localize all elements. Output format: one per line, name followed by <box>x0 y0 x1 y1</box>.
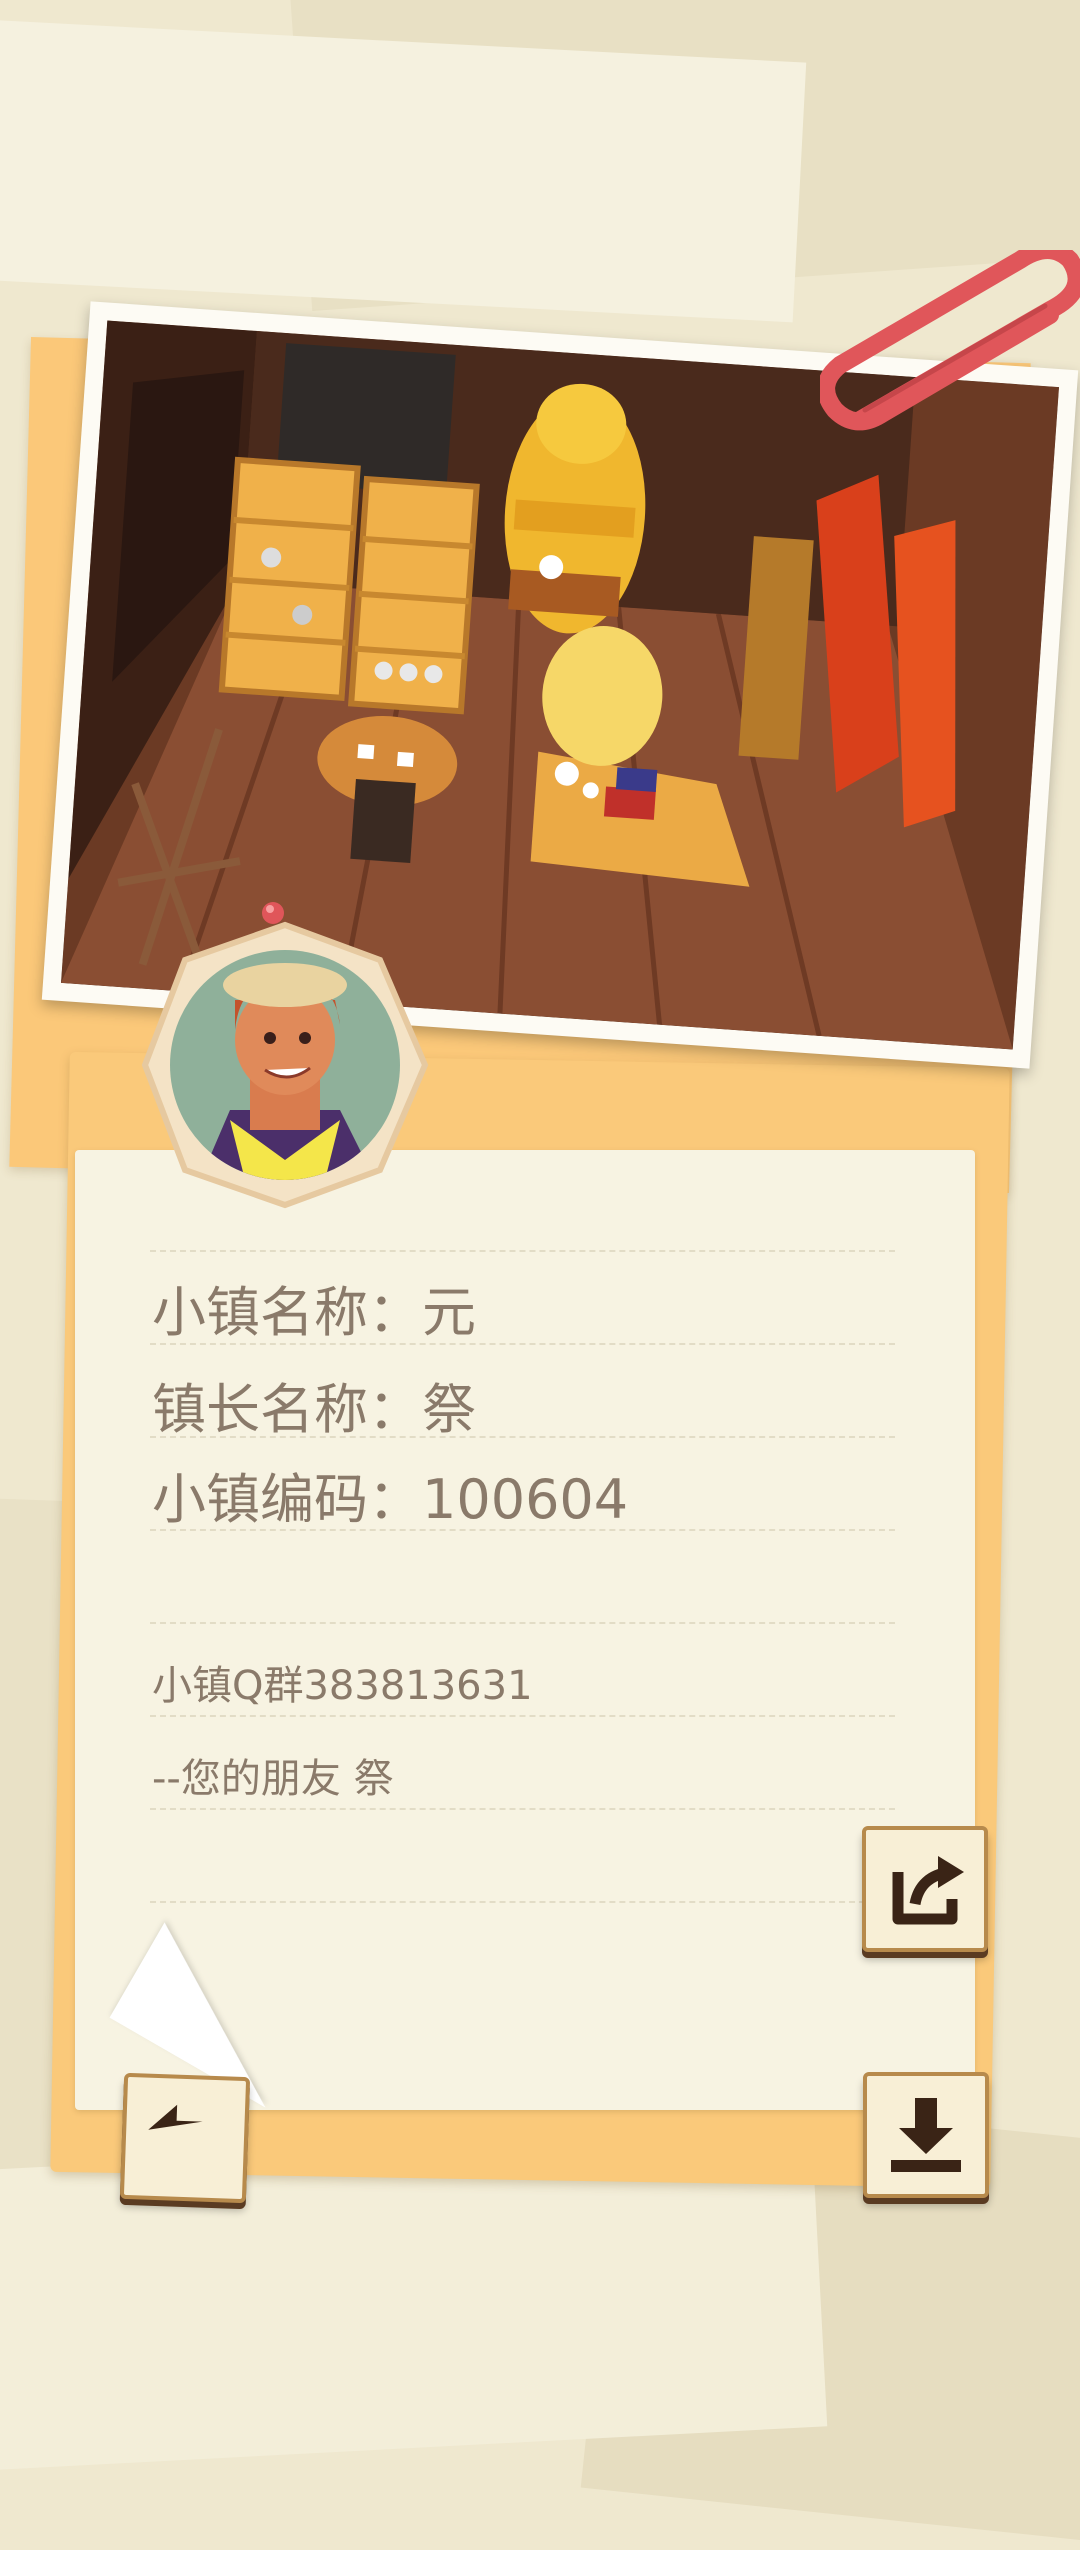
download-button[interactable] <box>863 2072 989 2198</box>
ruled-line <box>150 1808 895 1810</box>
town-code: 小镇编码：100604 <box>152 1468 629 1531</box>
ruled-line <box>150 1622 895 1624</box>
ruled-line <box>150 1901 895 1903</box>
signature: --您的朋友 祭 <box>152 1756 394 1802</box>
download-icon <box>891 2098 961 2172</box>
back-arrow-icon <box>148 2104 203 2130</box>
background-paper <box>0 17 807 323</box>
qq-group: 小镇Q群383813631 <box>152 1663 533 1709</box>
share-icon <box>892 1856 964 1925</box>
pin-icon <box>262 902 284 924</box>
back-button[interactable] <box>119 2072 251 2204</box>
ruled-line <box>150 1250 895 1252</box>
mayor-avatar <box>141 921 429 1209</box>
town-name: 小镇名称：元 <box>152 1281 476 1344</box>
paperclip-icon <box>820 250 1080 431</box>
ruled-line <box>150 1715 895 1717</box>
mayor-name: 镇长名称：祭 <box>152 1378 476 1441</box>
share-button[interactable] <box>862 1826 988 1952</box>
